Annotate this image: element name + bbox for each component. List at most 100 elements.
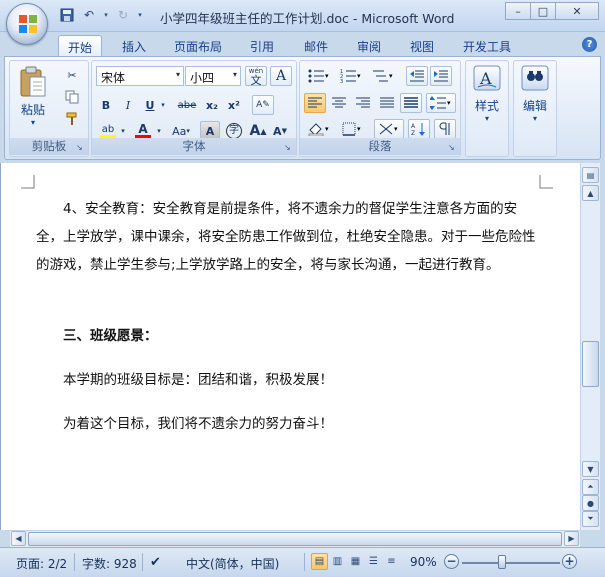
font-name-combobox[interactable]: 宋体 ▾: [96, 66, 184, 86]
minimize-button[interactable]: –: [505, 2, 531, 20]
borders-icon[interactable]: ▾: [338, 119, 368, 139]
paste-label: 粘贴: [20, 103, 45, 117]
zoom-slider-thumb[interactable]: [498, 555, 506, 569]
page-count[interactable]: 页面: 2/2: [16, 555, 67, 572]
vertical-scrollbar[interactable]: ▤ ▲ ▼ ⏶ ● ⏷: [580, 163, 600, 530]
tab-insert[interactable]: 插入: [112, 35, 156, 56]
document-paragraph: 4、安全教育：安全教育是前提条件，将不遗余力的督促学生注意各方面的安全，上学放学…: [36, 201, 536, 273]
close-button[interactable]: ✕: [555, 2, 599, 20]
svg-text:▾: ▾: [325, 125, 329, 133]
dropdown-arrow-icon[interactable]: ▾: [102, 6, 110, 24]
sort-icon[interactable]: AZ: [408, 119, 430, 139]
numbering-icon[interactable]: 1 2 3 ▾: [336, 66, 366, 86]
styles-label: 样式: [474, 99, 499, 113]
office-button[interactable]: [6, 3, 48, 45]
maximize-button[interactable]: □: [530, 2, 556, 20]
previous-page-icon[interactable]: ⏶: [582, 479, 599, 495]
styles-icon: A: [473, 65, 501, 91]
group-label-font: 字体: [92, 138, 296, 155]
paste-button[interactable]: 粘贴 ▾: [14, 63, 52, 135]
word-count[interactable]: 字数: 928: [82, 555, 137, 572]
bold-button[interactable]: B: [96, 95, 116, 115]
copy-icon[interactable]: [62, 87, 82, 107]
scroll-down-icon[interactable]: ▼: [582, 461, 599, 477]
font-color-label: A: [138, 122, 148, 136]
customize-arrow-icon[interactable]: ▾: [136, 6, 144, 24]
subscript-button[interactable]: x₂: [202, 95, 222, 115]
strikethrough-button[interactable]: abe: [174, 95, 200, 115]
ruler-toggle-icon[interactable]: ▤: [582, 167, 599, 183]
vertical-scroll-thumb[interactable]: [582, 341, 599, 387]
horizontal-scroll-thumb[interactable]: [28, 532, 562, 546]
tab-page-layout[interactable]: 页面布局: [166, 35, 230, 56]
web-layout-icon[interactable]: ▦: [347, 553, 364, 570]
document-heading: 三、班级愿景：: [36, 328, 158, 344]
tab-references[interactable]: 引用: [240, 35, 284, 56]
align-right-button[interactable]: [352, 93, 374, 113]
tab-mailings[interactable]: 邮件: [294, 35, 338, 56]
next-page-icon[interactable]: ⏷: [582, 511, 599, 527]
zoom-out-icon[interactable]: −: [444, 554, 459, 569]
document-page[interactable]: 4、安全教育：安全教育是前提条件，将不遗余力的督促学生注意各方面的安全，上学放学…: [0, 163, 580, 530]
shading-icon[interactable]: ▾: [304, 119, 334, 139]
grow-font-label: A: [249, 123, 261, 139]
character-border-button[interactable]: A: [270, 66, 292, 86]
align-center-button[interactable]: [328, 93, 350, 113]
justify-button[interactable]: [376, 93, 398, 113]
dialog-launcher-icon[interactable]: ↘: [284, 143, 294, 153]
line-spacing-icon[interactable]: ▾: [426, 93, 456, 113]
show-paragraph-marks-icon[interactable]: [434, 119, 456, 139]
group-editing: 编辑 ▾: [513, 60, 557, 157]
superscript-button[interactable]: x²: [224, 95, 244, 115]
scroll-right-icon[interactable]: ▶: [564, 531, 579, 546]
floppy-icon[interactable]: [58, 6, 76, 24]
increase-indent-icon[interactable]: [430, 66, 452, 86]
page-corner-mark: [21, 175, 35, 189]
decrease-indent-icon[interactable]: [406, 66, 428, 86]
tab-review[interactable]: 审阅: [347, 35, 391, 56]
help-icon[interactable]: ?: [582, 37, 597, 52]
highlight-label: ab: [101, 123, 115, 135]
scroll-up-icon[interactable]: ▲: [582, 185, 599, 201]
horizontal-scrollbar[interactable]: ◀ ▶: [10, 530, 580, 547]
zoom-level[interactable]: 90%: [410, 555, 437, 569]
tab-view[interactable]: 视图: [400, 35, 444, 56]
zoom-in-icon[interactable]: +: [562, 554, 577, 569]
chinese-layout-icon[interactable]: ▾: [374, 119, 404, 139]
editing-arrow-icon: ▾: [532, 114, 537, 123]
svg-text:▾: ▾: [357, 125, 361, 133]
dialog-launcher-icon[interactable]: ↘: [448, 143, 458, 153]
phonetic-guide-button[interactable]: wén 文: [245, 66, 267, 86]
format-painter-icon[interactable]: [62, 109, 82, 129]
underline-button[interactable]: U: [140, 95, 160, 115]
document-paragraph: 本学期的班级目标是：团结和谐，积极发展！: [36, 372, 333, 388]
bullets-icon[interactable]: ▾: [304, 66, 334, 86]
print-layout-view-icon[interactable]: ▤: [311, 553, 328, 570]
select-browse-object-icon[interactable]: ●: [582, 495, 599, 511]
window-controls: – □ ✕: [505, 2, 599, 20]
italic-button[interactable]: I: [118, 95, 138, 115]
proofing-icon[interactable]: ✔: [150, 555, 161, 570]
chevron-down-icon[interactable]: ▾: [158, 95, 168, 115]
align-left-button[interactable]: [304, 93, 326, 113]
styles-button[interactable]: A 样式 ▾: [468, 65, 506, 135]
distributed-button[interactable]: [400, 93, 422, 113]
chevron-down-icon: ▾: [175, 70, 180, 79]
multilevel-list-icon[interactable]: ▾: [368, 66, 398, 86]
full-screen-reading-icon[interactable]: ▥: [329, 553, 346, 570]
language-indicator[interactable]: 中文(简体，中国): [186, 555, 279, 572]
undo-icon[interactable]: ↶: [80, 6, 98, 24]
clear-formatting-icon[interactable]: A✎: [252, 95, 274, 115]
dialog-launcher-icon[interactable]: ↘: [76, 143, 86, 153]
zoom-slider-track[interactable]: [462, 562, 560, 564]
redo-icon[interactable]: ↻: [114, 6, 132, 24]
tab-home[interactable]: 开始: [58, 35, 102, 56]
editing-button[interactable]: 编辑 ▾: [516, 65, 554, 135]
draft-view-icon[interactable]: ≡: [383, 553, 400, 570]
group-paragraph: ▾ 1 2 3 ▾ ▾ ▾ ▾ ▾ ▾ A Z 段落 ↘: [299, 60, 461, 157]
font-size-combobox[interactable]: 小四 ▾: [185, 66, 241, 86]
scroll-left-icon[interactable]: ◀: [11, 531, 26, 546]
cut-icon[interactable]: ✂: [62, 65, 82, 85]
outline-view-icon[interactable]: ☰: [365, 553, 382, 570]
tab-developer[interactable]: 开发工具: [455, 35, 519, 56]
